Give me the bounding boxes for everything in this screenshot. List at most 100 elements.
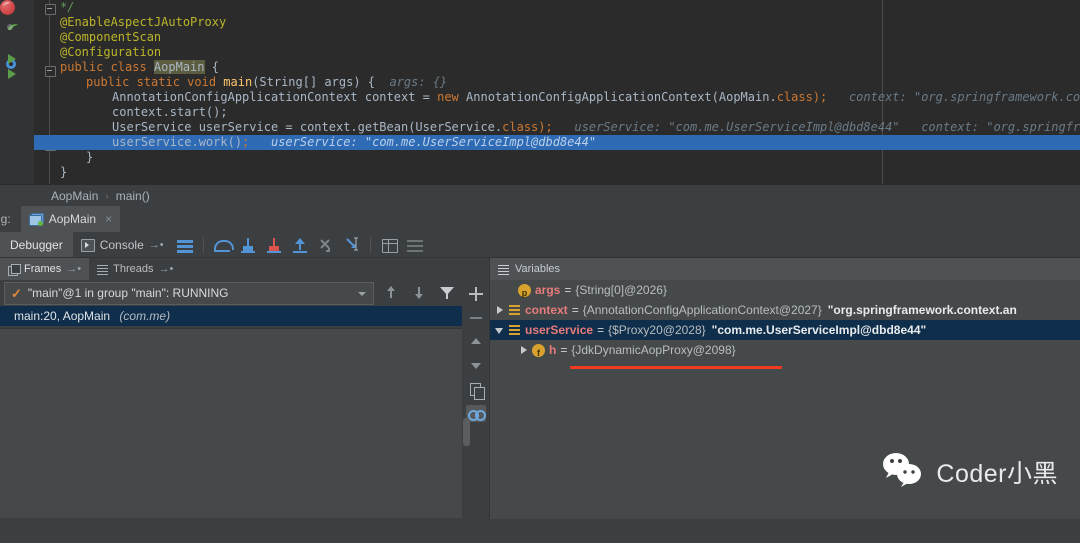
class-name: AopMain bbox=[154, 60, 205, 74]
chevron-down-icon[interactable] bbox=[358, 292, 366, 296]
annotation-componentscan: @ComponentScan bbox=[60, 30, 161, 44]
expander-placeholder bbox=[504, 284, 516, 296]
run-to-cursor-icon[interactable] bbox=[341, 234, 363, 256]
frames-panel: Frames →• Threads →• ✓ "main"@1 in group… bbox=[0, 258, 462, 519]
method-modifiers: public static void bbox=[86, 75, 223, 89]
debugger-toolbar[interactable]: Debugger Console →• bbox=[0, 232, 1080, 258]
close-brace-method: } bbox=[86, 150, 93, 164]
add-watch-button[interactable] bbox=[464, 282, 488, 306]
drop-frame-icon[interactable] bbox=[315, 234, 337, 256]
tab-console[interactable]: Console →• bbox=[73, 232, 172, 258]
breadcrumb[interactable]: AopMain › main() bbox=[0, 184, 1080, 207]
breadcrumb-method[interactable]: main() bbox=[113, 189, 153, 203]
watermark-text: Coder小黑 bbox=[936, 454, 1058, 490]
pin-icon[interactable]: →• bbox=[159, 263, 174, 275]
thread-selector[interactable]: ✓ "main"@1 in group "main": RUNNING bbox=[4, 282, 374, 305]
variable-row-context[interactable]: context = {AnnotationConfigApplicationCo… bbox=[490, 300, 1080, 320]
console-icon bbox=[81, 239, 95, 252]
frames-stack-icon bbox=[8, 264, 19, 275]
variable-name: context bbox=[525, 300, 568, 320]
run-main-arrow-icon[interactable] bbox=[8, 69, 16, 79]
settings-icon[interactable] bbox=[404, 234, 426, 256]
filter-funnel-icon[interactable] bbox=[436, 282, 458, 304]
red-underline-annotation bbox=[570, 366, 782, 369]
variable-name: args bbox=[535, 280, 560, 300]
stmt-context-ctor: AnnotationConfigApplicationContext(AopMa… bbox=[459, 90, 777, 104]
frame-location: main:20, AopMain bbox=[14, 309, 110, 323]
frame-list[interactable]: main:20, AopMain (com.me) bbox=[0, 306, 462, 326]
run-config-name: AopMain bbox=[49, 212, 96, 226]
pin-icon[interactable]: →• bbox=[149, 239, 164, 251]
tab-debugger[interactable]: Debugger bbox=[0, 232, 73, 258]
frames-panel-tabs[interactable]: Frames →• Threads →• bbox=[0, 258, 462, 280]
variable-value: {AnnotationConfigApplicationContext@2027… bbox=[583, 300, 822, 320]
frame-down-button[interactable] bbox=[408, 282, 430, 304]
code-line: public static void main(String[] args) {… bbox=[34, 75, 1080, 90]
variable-name: userService bbox=[525, 320, 593, 340]
code-line: public class AopMain { bbox=[34, 60, 1080, 75]
class-literal: class bbox=[502, 120, 538, 134]
object-node-icon bbox=[508, 304, 521, 317]
variable-value: {JdkDynamicAopProxy@2098} bbox=[571, 340, 735, 360]
stmt-getbean: UserService userService = context.getBea… bbox=[112, 120, 502, 134]
code-line: @ComponentScan bbox=[34, 30, 1080, 45]
tab-frames-label: Frames bbox=[24, 263, 61, 275]
breakpoint-icon[interactable] bbox=[0, 0, 15, 15]
spring-bean-gutter-icon[interactable] bbox=[6, 22, 20, 36]
idea-debugger-window: */ @EnableAspectJAutoProxy @ComponentSca… bbox=[0, 0, 1080, 519]
remove-watch-button[interactable] bbox=[464, 306, 488, 330]
tab-threads-label: Threads bbox=[113, 263, 153, 275]
field-icon bbox=[532, 344, 545, 357]
variable-name: h bbox=[549, 340, 556, 360]
equals-sign: = bbox=[556, 340, 571, 360]
code-line-current: userService.work(); userService: "com.me… bbox=[34, 135, 1080, 150]
force-step-into-icon[interactable] bbox=[263, 234, 285, 256]
class-literal: class bbox=[777, 90, 813, 104]
watermark: Coder小黑 bbox=[880, 450, 1058, 493]
close-icon[interactable]: × bbox=[105, 213, 112, 225]
tab-console-label: Console bbox=[100, 238, 144, 252]
thread-selector-value: "main"@1 in group "main": RUNNING bbox=[28, 286, 229, 300]
step-into-icon[interactable] bbox=[237, 234, 259, 256]
breadcrumb-class[interactable]: AopMain bbox=[48, 189, 101, 203]
debug-window-label: ug: bbox=[0, 212, 11, 226]
pin-icon[interactable]: →• bbox=[66, 263, 81, 275]
toolbar-separator bbox=[370, 237, 371, 253]
variable-row-userservice[interactable]: userService = {$Proxy20@2028} "com.me.Us… bbox=[490, 320, 1080, 340]
frames-empty-area bbox=[0, 328, 462, 518]
parameter-icon bbox=[518, 284, 531, 297]
variable-string-value: "org.springframework.context.an bbox=[828, 300, 1017, 320]
move-down-button[interactable] bbox=[464, 354, 488, 378]
stmt-work-call: userService.work() bbox=[112, 135, 242, 149]
variable-row-h[interactable]: h = {JdkDynamicAopProxy@2098} bbox=[490, 340, 1080, 360]
scrollbar-thumb[interactable] bbox=[463, 418, 470, 446]
chevron-right-icon[interactable] bbox=[518, 344, 530, 356]
tab-frames[interactable]: Frames →• bbox=[0, 258, 89, 280]
equals-sign: = bbox=[568, 300, 583, 320]
move-up-button[interactable] bbox=[464, 330, 488, 354]
frame-row[interactable]: main:20, AopMain (com.me) bbox=[0, 306, 462, 326]
variables-side-toolbar[interactable] bbox=[462, 258, 490, 543]
inline-hint-userservice: userService: "com.me.UserServiceImpl@dbd… bbox=[574, 120, 899, 134]
chevron-right-icon[interactable] bbox=[494, 304, 506, 316]
run-configuration-tab[interactable]: AopMain × bbox=[21, 206, 120, 232]
run-method-arrow-icon[interactable] bbox=[8, 54, 16, 64]
code-editor[interactable]: */ @EnableAspectJAutoProxy @ComponentSca… bbox=[0, 0, 1080, 184]
chevron-down-icon[interactable] bbox=[494, 324, 506, 336]
frame-up-button[interactable] bbox=[380, 282, 402, 304]
variable-row-args[interactable]: args = {String[0]@2026} bbox=[490, 280, 1080, 300]
annotation-enableaspectj: @EnableAspectJAutoProxy bbox=[60, 15, 226, 29]
stmt-end: ); bbox=[538, 120, 552, 134]
editor-gutter[interactable] bbox=[0, 0, 34, 184]
method-signature: (String[] args) { bbox=[252, 75, 375, 89]
copy-value-button[interactable] bbox=[464, 378, 488, 402]
code-line: UserService userService = context.getBea… bbox=[34, 120, 1080, 135]
code-line: @EnableAspectJAutoProxy bbox=[34, 15, 1080, 30]
frames-icon[interactable] bbox=[174, 234, 196, 256]
evaluate-expression-icon[interactable] bbox=[378, 234, 400, 256]
object-node-icon bbox=[508, 324, 521, 337]
tab-threads[interactable]: Threads →• bbox=[89, 258, 181, 280]
equals-sign: = bbox=[560, 280, 575, 300]
step-out-icon[interactable] bbox=[289, 234, 311, 256]
step-over-icon[interactable] bbox=[211, 234, 233, 256]
